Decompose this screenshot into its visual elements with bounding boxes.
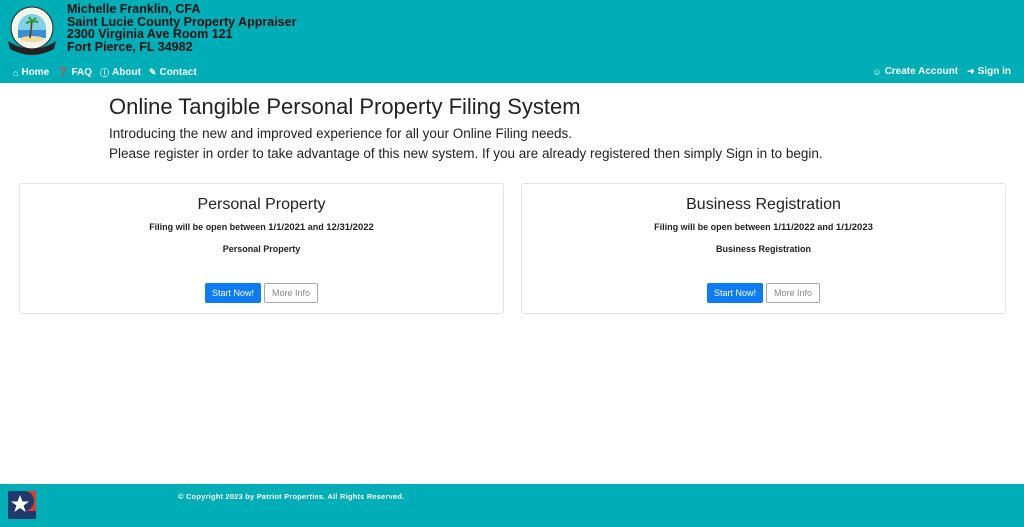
site-footer: © Copyright 2023 by Patriot Properties. … — [0, 484, 1024, 527]
end-date: 12/31/2022 — [326, 222, 374, 233]
pencil-icon: ✎ — [148, 67, 157, 77]
user-icon: ☺ — [872, 66, 882, 77]
info-circle-icon: ⓘ — [100, 68, 110, 78]
card-title: Personal Property — [197, 196, 326, 213]
nav-about-label: About — [112, 67, 141, 78]
address-line-1: 2300 Virginia Ave Room 121 — [67, 27, 233, 41]
appraiser-info: Michelle Franklin, CFA Saint Lucie Count… — [67, 3, 296, 53]
nav-faq[interactable]: ❓ FAQ — [57, 66, 92, 79]
start-date: 1/1/2021 — [268, 222, 306, 233]
card-actions: Start Now! More Info — [20, 283, 503, 303]
filing-dates: Filing will be open between 1/11/2022 an… — [522, 222, 1005, 233]
account-nav: ☺ Create Account ➜ Sign in — [872, 66, 1011, 77]
more-info-button[interactable]: More Info — [263, 283, 319, 303]
sign-in-icon: ➜ — [967, 66, 975, 76]
card-title: Business Registration — [686, 196, 841, 213]
start-now-button[interactable]: Start Now! — [204, 283, 261, 303]
site-header: Michelle Franklin, CFA Saint Lucie Count… — [0, 0, 1024, 83]
nav-home[interactable]: ⌂ Home — [13, 66, 49, 79]
start-date: 1/11/2022 — [773, 222, 815, 233]
nav-sign-in[interactable]: ➜ Sign in — [967, 66, 1011, 77]
business-registration-card: Business Registration Filing will be ope… — [521, 183, 1006, 314]
card-subtitle: Business Registration — [715, 244, 812, 254]
nav-about[interactable]: ⓘ About — [100, 66, 141, 79]
nav-faq-label: FAQ — [71, 67, 93, 78]
address-line-2: Fort Pierce, FL 34982 — [67, 39, 193, 54]
card-subtitle: Personal Property — [222, 244, 301, 254]
dates-and: and — [307, 222, 324, 232]
dates-prefix: Filing will be open between — [149, 222, 266, 232]
card-actions: Start Now! More Info — [522, 283, 1005, 303]
patriot-properties-logo — [8, 491, 36, 519]
nav-create-account[interactable]: ☺ Create Account — [872, 66, 958, 77]
intro-line-2: Please register in order to take advanta… — [109, 146, 823, 161]
home-icon: ⌂ — [13, 67, 19, 78]
personal-property-card: Personal Property Filing will be open be… — [19, 183, 504, 314]
nav-home-label: Home — [21, 67, 50, 78]
main-nav: ⌂ Home ❓ FAQ ⓘ About ✎ Contact — [13, 66, 197, 79]
appraiser-name: Michelle Franklin, CFA — [67, 2, 201, 16]
intro-text: Introducing the new and improved experie… — [109, 124, 823, 164]
nav-sign-in-label: Sign in — [977, 66, 1011, 77]
county-seal-logo — [4, 5, 60, 55]
intro-line-1: Introducing the new and improved experie… — [109, 126, 573, 141]
end-date: 1/1/2023 — [835, 222, 873, 233]
nav-contact-label: Contact — [159, 67, 197, 78]
page-title: Online Tangible Personal Property Filing… — [109, 94, 581, 119]
dates-prefix: Filing will be open between — [654, 222, 771, 232]
start-now-button[interactable]: Start Now! — [706, 283, 763, 303]
nav-create-account-label: Create Account — [884, 66, 959, 77]
more-info-button[interactable]: More Info — [765, 283, 821, 303]
nav-contact[interactable]: ✎ Contact — [149, 66, 197, 79]
filing-dates: Filing will be open between 1/1/2021 and… — [20, 222, 503, 233]
copyright-text: © Copyright 2023 by Patriot Properties. … — [178, 492, 405, 501]
dates-and: and — [817, 222, 834, 232]
question-circle-icon: ❓ — [57, 67, 69, 77]
